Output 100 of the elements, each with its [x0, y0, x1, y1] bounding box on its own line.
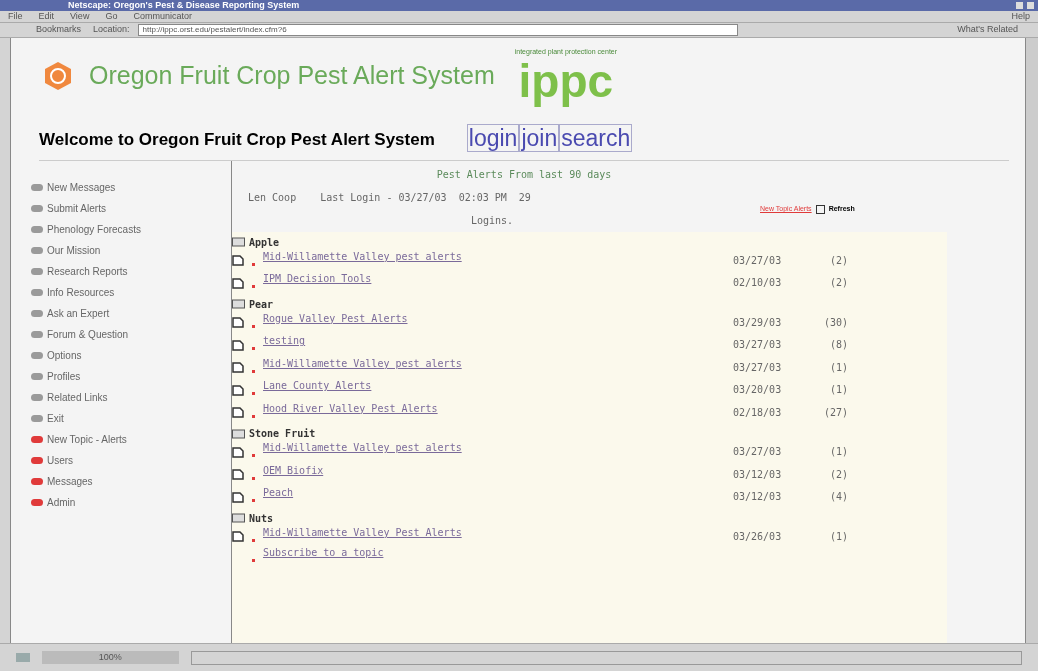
bullet-icon: [252, 559, 255, 562]
document-icon: [232, 490, 244, 503]
topic-link[interactable]: Lane County Alerts: [263, 378, 733, 394]
topic-count: (1): [828, 360, 848, 375]
sidebar-item[interactable]: New Messages: [31, 177, 231, 198]
sidebar-item[interactable]: Our Mission: [31, 240, 231, 261]
folder-icon: [232, 513, 245, 523]
logins-text: Logins.: [470, 214, 514, 228]
topic-link[interactable]: Rogue Valley Pest Alerts: [263, 310, 733, 326]
document-icon: [232, 316, 244, 329]
document-icon: [232, 361, 244, 374]
bullet-icon: [252, 454, 255, 458]
sidebar-item[interactable]: Options: [31, 345, 231, 366]
topic-link[interactable]: testing: [263, 333, 733, 349]
alerts-heading: Pest Alerts From last 90 days: [436, 168, 612, 182]
topic-count: (8): [828, 338, 848, 353]
group-heading: Nuts: [249, 511, 274, 526]
bullet-icon: [252, 538, 255, 542]
topic-link[interactable]: OEM Biofix: [263, 462, 733, 478]
bullet-icon: [252, 347, 255, 351]
group-heading: Apple: [249, 235, 280, 250]
sidebar-item[interactable]: Admin: [31, 492, 231, 513]
topic-count: (1): [828, 383, 848, 398]
bullet-icon: [252, 369, 255, 373]
bookmarks-button[interactable]: Bookmarks: [36, 23, 81, 37]
sidebar-item[interactable]: Forum & Question: [31, 324, 231, 345]
sidebar-item[interactable]: Ask an Expert: [31, 303, 231, 324]
minimize-icon: [1016, 2, 1023, 9]
top-link[interactable]: join: [519, 124, 560, 152]
ippc-logo: ippc: [518, 55, 614, 106]
topic-date: 03/20/03: [733, 383, 783, 398]
folder-icon: [232, 428, 245, 439]
topic-date: 03/26/03: [733, 529, 783, 544]
sidebar-item[interactable]: Info Resources: [31, 282, 231, 303]
topic-link[interactable]: Mid-Willamette Valley Pest Alerts: [263, 524, 733, 540]
top-link[interactable]: login: [466, 124, 520, 152]
topic-date: 03/12/03: [733, 490, 783, 505]
document-icon: [232, 254, 244, 267]
top-link[interactable]: search: [559, 124, 633, 152]
sidebar-item[interactable]: Phenology Forecasts: [31, 219, 231, 240]
sidebar-item[interactable]: Related Links: [31, 387, 231, 408]
bullet-icon: [252, 262, 255, 266]
topic-link[interactable]: Peach: [263, 485, 733, 501]
topic-count: (2): [828, 276, 848, 291]
bullet-icon: [252, 285, 255, 289]
topic-date: 03/27/03: [733, 445, 783, 460]
document-icon: [232, 383, 244, 396]
menu-item[interactable]: File: [8, 12, 23, 21]
bullet-icon: [252, 499, 255, 503]
topic-count: (30): [822, 315, 848, 330]
menu-item[interactable]: Help: [1011, 12, 1030, 21]
topic-date: 03/27/03: [733, 360, 783, 375]
zoom-level: 100%: [41, 650, 179, 665]
welcome-heading: Welcome to Oregon Fruit Crop Pest Alert System: [39, 128, 435, 151]
window-title: Netscape: Oregon's Pest & Disease Reporting System: [68, 1, 300, 10]
related-button[interactable]: What's Related: [957, 23, 1018, 37]
sidebar-item[interactable]: Exit: [31, 408, 231, 429]
group-heading: Pear: [249, 297, 274, 312]
folder-icon: [232, 299, 245, 309]
url-field[interactable]: http://ippc.orst.edu/pestalert/index.cfm?6: [137, 24, 738, 36]
bullet-icon: [252, 476, 255, 480]
document-icon: [232, 468, 244, 481]
topic-count: (1): [828, 445, 848, 460]
topic-link[interactable]: Mid-Willamette Valley pest alerts: [263, 355, 733, 371]
topic-link[interactable]: IPM Decision Tools: [263, 271, 733, 287]
topic-date: 03/12/03: [733, 467, 783, 482]
topic-count: (4): [828, 490, 848, 505]
last-login: Last Login - 03/27/03 02:03 PM 29: [320, 191, 531, 205]
refresh-icon: [815, 205, 825, 214]
group-heading: Stone Fruit: [249, 427, 316, 441]
topic-count: (27): [822, 405, 848, 420]
sidebar-item[interactable]: Research Reports: [31, 261, 231, 282]
folder-icon: [232, 237, 245, 247]
topic-count: (1): [828, 529, 848, 544]
maximize-icon: [1027, 2, 1034, 9]
sidebar-item[interactable]: Messages: [31, 471, 231, 492]
topic-link[interactable]: Mid-Willamette Valley pest alerts: [263, 248, 733, 264]
bullet-icon: [252, 324, 255, 328]
topic-date: 03/27/03: [733, 253, 783, 268]
topic-date: 03/27/03: [733, 338, 783, 353]
document-icon: [232, 276, 244, 289]
user-name: Len Coop: [248, 191, 297, 205]
document-icon: [232, 530, 244, 543]
topic-link[interactable]: Hood River Valley Pest Alerts: [263, 400, 733, 416]
menu-item[interactable]: Go: [105, 12, 118, 21]
sidebar-item[interactable]: Profiles: [31, 366, 231, 387]
topic-link[interactable]: Mid-Willamette Valley pest alerts: [263, 440, 733, 456]
sidebar-item[interactable]: Submit Alerts: [31, 198, 231, 219]
subscribe-link[interactable]: Subscribe to a topic: [263, 545, 384, 560]
document-icon: [232, 406, 244, 419]
document-icon: [232, 338, 244, 351]
menu-item[interactable]: View: [70, 12, 90, 21]
menu-item[interactable]: Edit: [38, 12, 55, 21]
menu-item[interactable]: Communicator: [133, 12, 192, 21]
site-title: Oregon Fruit Crop Pest Alert System: [89, 60, 495, 92]
sidebar-item[interactable]: Users: [31, 450, 231, 471]
topic-date: 03/29/03: [733, 315, 783, 330]
sidebar-item[interactable]: New Topic - Alerts: [31, 429, 231, 450]
status-icon: [16, 653, 30, 662]
topic-date: 02/18/03: [733, 405, 783, 420]
